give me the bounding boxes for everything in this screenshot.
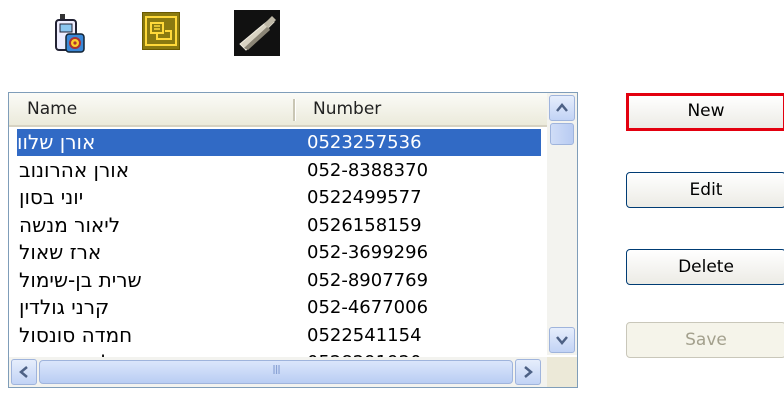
scroll-grip: III bbox=[272, 363, 281, 377]
contacts-listview[interactable]: Name Number אורן שלוו 0523257536 אורן אה… bbox=[8, 92, 578, 388]
vertical-scrollbar[interactable] bbox=[547, 93, 577, 355]
column-header-name[interactable]: Name bbox=[27, 93, 77, 125]
list-item[interactable]: שרית בן-שימול 052-8907769 bbox=[9, 267, 547, 295]
vertical-scroll-thumb[interactable] bbox=[550, 123, 574, 145]
contact-number: 0523257536 bbox=[307, 132, 422, 153]
column-divider[interactable] bbox=[293, 99, 296, 121]
contact-name: יוני בסון bbox=[19, 185, 84, 209]
list-item[interactable]: יוני בסון 0522499577 bbox=[9, 184, 547, 212]
horizontal-scrollbar[interactable]: III bbox=[9, 357, 577, 387]
column-header-number[interactable]: Number bbox=[313, 93, 381, 125]
contact-name: קרני גולדין bbox=[19, 295, 110, 319]
contact-number: 052-4677006 bbox=[307, 297, 429, 318]
stapler-icon[interactable] bbox=[234, 10, 280, 56]
list-item[interactable]: ליאור מנשה 0526158159 bbox=[9, 212, 547, 240]
contact-name: אורן אהרונוב bbox=[19, 157, 130, 182]
contact-card-icon[interactable] bbox=[142, 12, 180, 50]
scroll-down-button[interactable] bbox=[549, 327, 575, 353]
contact-number: 0522541154 bbox=[307, 324, 422, 346]
list-item[interactable]: אורן שלוו 0523257536 bbox=[9, 129, 547, 157]
list-rows: אורן שלוו 0523257536 אורן אהרונוב 052-83… bbox=[9, 129, 547, 377]
contact-name: שרית בן-שימול bbox=[19, 267, 142, 292]
contact-name: ארז שאול bbox=[19, 240, 102, 264]
list-item[interactable]: קרני גולדין 052-4677006 bbox=[9, 294, 547, 322]
contact-name: חמדה סונסול bbox=[19, 322, 133, 347]
contact-number: 052-8907769 bbox=[307, 269, 429, 291]
list-item[interactable]: אורן אהרונוב 052-8388370 bbox=[9, 157, 547, 185]
edit-button[interactable]: Edit bbox=[626, 172, 784, 208]
new-button[interactable]: New bbox=[626, 93, 784, 131]
contact-number: 052-3699296 bbox=[307, 242, 429, 263]
contact-number: 052-8388370 bbox=[307, 159, 429, 181]
horizontal-scroll-thumb[interactable]: III bbox=[39, 360, 513, 384]
list-item[interactable]: חמדה סונסול 0522541154 bbox=[9, 322, 547, 350]
chevron-down-icon bbox=[556, 336, 568, 345]
chevron-up-icon bbox=[556, 103, 568, 112]
chevron-left-icon bbox=[19, 366, 28, 378]
contact-name: ליאור מנשה bbox=[19, 212, 121, 237]
chevron-right-icon bbox=[524, 366, 533, 378]
scroll-up-button[interactable] bbox=[549, 95, 575, 121]
list-item[interactable]: ארז שאול 052-3699296 bbox=[9, 239, 547, 267]
contact-number: 0526158159 bbox=[307, 214, 422, 236]
contact-number: 0522499577 bbox=[307, 187, 422, 208]
scroll-right-button[interactable] bbox=[515, 359, 541, 385]
list-header: Name Number bbox=[9, 93, 547, 127]
scrollbar-corner bbox=[547, 357, 577, 387]
phone-settings-icon[interactable] bbox=[52, 12, 96, 56]
delete-button[interactable]: Delete bbox=[626, 249, 784, 285]
save-button[interactable]: Save bbox=[626, 322, 784, 358]
contact-name: אורן שלוו bbox=[17, 130, 96, 154]
scroll-left-button[interactable] bbox=[11, 359, 37, 385]
